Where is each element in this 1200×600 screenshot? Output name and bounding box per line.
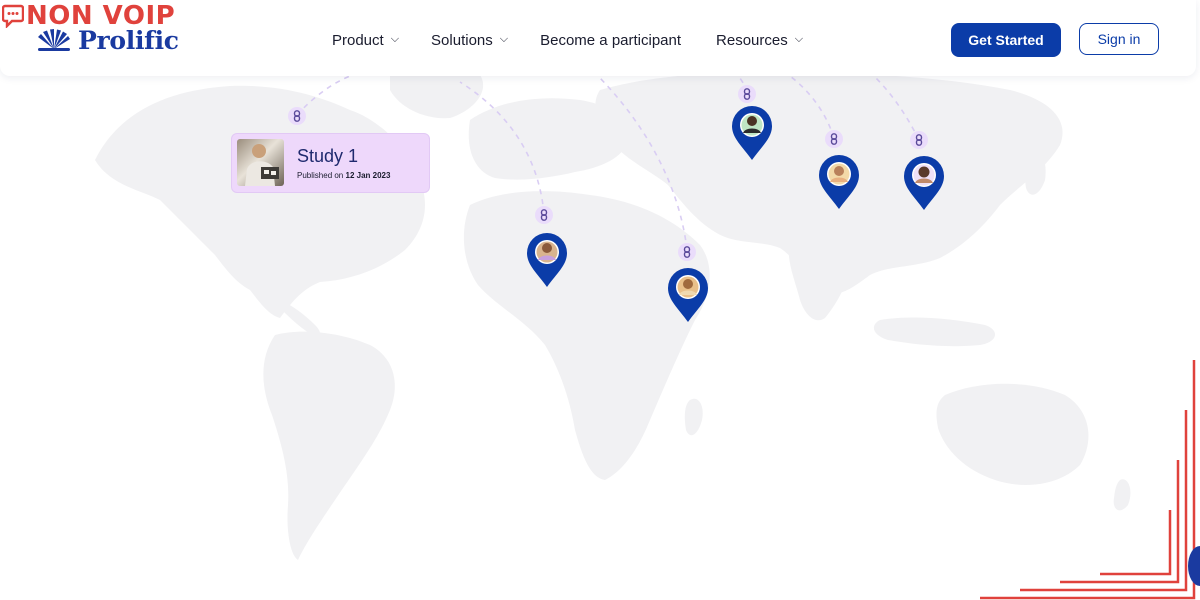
nav-item-label: Become a participant xyxy=(540,31,682,49)
nav-item-product[interactable]: Product ⌵ xyxy=(332,32,399,49)
link-icon xyxy=(540,209,548,221)
nav-item-resources[interactable]: Resources ⌵ xyxy=(716,32,803,49)
prolific-fan-logo-icon xyxy=(38,29,70,51)
nav-item-label: Solutions xyxy=(431,31,493,49)
study-published-prefix: Published on xyxy=(297,171,344,180)
land-south-america xyxy=(263,331,395,560)
study-card[interactable]: Study 1 Published on 12 Jan 2023 xyxy=(231,133,430,193)
main-nav: Product ⌵ Solutions ⌵ Become a participa… xyxy=(332,28,803,52)
link-badge-south-asia xyxy=(825,130,843,148)
link-badge-west-africa xyxy=(535,206,553,224)
map-pin-south-asia[interactable] xyxy=(819,155,859,209)
link-icon xyxy=(683,246,691,258)
map-pin-central-asia[interactable] xyxy=(732,106,772,160)
chat-bubble-icon xyxy=(2,4,24,28)
map-pin-west-africa[interactable] xyxy=(527,233,567,287)
link-badge-east-africa xyxy=(678,243,696,261)
corner-decoration xyxy=(980,360,1196,600)
map-pin-east-africa[interactable] xyxy=(668,268,708,322)
land-madagascar xyxy=(684,398,703,436)
land-africa xyxy=(463,191,710,480)
brand-logo[interactable]: Prolific xyxy=(36,25,179,55)
link-badge-east-asia xyxy=(910,131,928,149)
link-icon xyxy=(915,134,923,146)
study-title: Study 1 xyxy=(297,146,359,166)
link-icon xyxy=(830,133,838,145)
study-thumbnail xyxy=(237,139,284,186)
link-icon xyxy=(293,110,301,122)
chevron-down-icon: ⌵ xyxy=(499,32,509,45)
link-icon xyxy=(743,88,751,100)
get-started-button[interactable]: Get Started xyxy=(951,23,1061,57)
link-badge-study xyxy=(288,107,306,125)
land-india xyxy=(788,238,851,321)
nav-item-label: Resources xyxy=(716,31,788,49)
sign-in-button[interactable]: Sign in xyxy=(1079,23,1159,55)
chevron-down-icon: ⌵ xyxy=(794,32,804,45)
study-published-date: 12 Jan 2023 xyxy=(345,171,391,180)
land-north-america xyxy=(95,85,425,318)
nav-item-label: Product xyxy=(332,31,384,49)
chevron-down-icon: ⌵ xyxy=(390,32,400,45)
nav-item-solutions[interactable]: Solutions ⌵ xyxy=(431,32,508,49)
link-badge-central-asia xyxy=(738,85,756,103)
land-indonesia xyxy=(873,317,996,347)
map-pin-east-asia[interactable] xyxy=(904,156,944,210)
brand-name: Prolific xyxy=(78,25,179,55)
site-header: NON VOIP Prolific Product ⌵ Solutions ⌵ xyxy=(0,0,1196,76)
nav-item-become-a-participant[interactable]: Become a participant xyxy=(540,32,681,49)
study-published: Published on 12 Jan 2023 xyxy=(297,171,390,180)
